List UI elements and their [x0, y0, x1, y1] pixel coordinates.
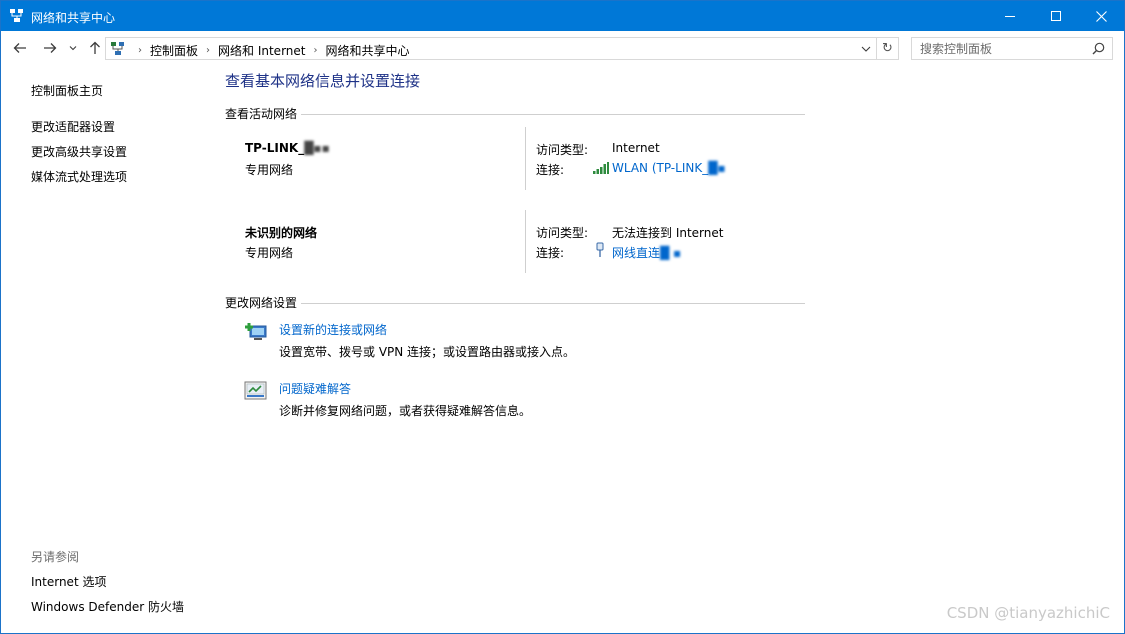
divider-vertical: [525, 210, 526, 273]
divider-vertical: [525, 127, 526, 190]
maximize-button[interactable]: [1033, 1, 1079, 31]
control-panel-icon: [111, 42, 125, 56]
page-title: 查看基本网络信息并设置连接: [225, 72, 421, 90]
redacted-text: █▪▪: [304, 141, 330, 155]
access-type-label: 访问类型:: [536, 226, 589, 240]
change-advanced-sharing-link[interactable]: 更改高级共享设置: [31, 143, 127, 160]
minimize-button[interactable]: [987, 1, 1033, 31]
access-type-value: Internet: [612, 141, 660, 155]
wlan-connection-link[interactable]: WLAN (TP-LINK_█▪: [612, 161, 726, 175]
setup-new-connection-desc: 设置宽带、拨号或 VPN 连接；或设置路由器或接入点。: [279, 345, 576, 359]
chevron-right-icon[interactable]: ›: [308, 45, 322, 56]
title-bar: 网络和共享中心: [1, 1, 1124, 31]
access-type-value: 无法连接到 Internet: [612, 226, 724, 240]
up-button[interactable]: [84, 37, 106, 59]
redacted-text: █▪: [708, 161, 726, 175]
close-button[interactable]: [1078, 1, 1124, 31]
media-streaming-options-link[interactable]: 媒体流式处理选项: [31, 168, 127, 185]
network-center-icon: [10, 9, 24, 23]
see-also-label: 另请参阅: [31, 550, 80, 564]
search-box[interactable]: [911, 37, 1113, 60]
wifi-signal-icon: [593, 162, 609, 177]
address-bar[interactable]: › 控制面板 › 网络和 Internet › 网络和共享中心: [105, 37, 877, 60]
refresh-icon: ↻: [882, 41, 893, 56]
change-settings-header: 更改网络设置: [225, 294, 302, 311]
section-divider: [225, 114, 805, 115]
ethernet-connection-link[interactable]: 网线直连█ ▪: [612, 244, 681, 261]
window: 网络和共享中心 › 控制面板 › 网络和 Internet › 网络和共享中心 …: [0, 0, 1125, 634]
forward-button[interactable]: [39, 37, 61, 59]
troubleshoot-icon: [244, 380, 268, 402]
connections-label: 连接:: [536, 163, 565, 177]
network-name: 未识别的网络: [245, 226, 318, 240]
chevron-right-icon[interactable]: ›: [201, 45, 215, 56]
redacted-text: █ ▪: [660, 246, 682, 260]
chevron-right-icon[interactable]: ›: [133, 45, 147, 56]
setup-new-connection-link[interactable]: 设置新的连接或网络: [279, 321, 387, 338]
troubleshoot-link[interactable]: 问题疑难解答: [279, 380, 351, 397]
internet-options-link[interactable]: Internet 选项: [31, 573, 106, 590]
watermark: CSDN @tianyazhichiC: [946, 604, 1110, 622]
breadcrumb-control-panel[interactable]: 控制面板: [147, 42, 201, 59]
section-divider: [225, 303, 805, 304]
control-panel-home-link[interactable]: 控制面板主页: [31, 82, 103, 99]
chevron-down-icon[interactable]: [860, 42, 872, 56]
windows-defender-firewall-link[interactable]: Windows Defender 防火墙: [31, 598, 184, 615]
troubleshoot-desc: 诊断并修复网络问题，或者获得疑难解答信息。: [279, 404, 532, 418]
window-title: 网络和共享中心: [31, 11, 116, 25]
search-icon[interactable]: [1092, 42, 1105, 58]
change-adapter-settings-link[interactable]: 更改适配器设置: [31, 118, 115, 135]
refresh-button[interactable]: ↻: [877, 37, 899, 60]
network-category: 专用网络: [245, 246, 294, 260]
ethernet-cable-icon: [596, 242, 604, 261]
network-name: TP-LINK_█▪▪: [245, 141, 330, 155]
new-connection-icon: [244, 321, 268, 343]
active-networks-header: 查看活动网络: [225, 105, 302, 122]
access-type-label: 访问类型:: [536, 143, 589, 157]
network-category: 专用网络: [245, 163, 294, 177]
breadcrumb: › 控制面板 › 网络和 Internet › 网络和共享中心: [133, 42, 413, 59]
breadcrumb-network-internet[interactable]: 网络和 Internet: [215, 42, 308, 59]
breadcrumb-network-sharing-center[interactable]: 网络和共享中心: [322, 42, 412, 59]
search-input[interactable]: [920, 41, 1088, 57]
connections-label: 连接:: [536, 246, 565, 260]
back-button[interactable]: [9, 37, 31, 59]
recent-locations-dropdown[interactable]: [64, 37, 82, 59]
